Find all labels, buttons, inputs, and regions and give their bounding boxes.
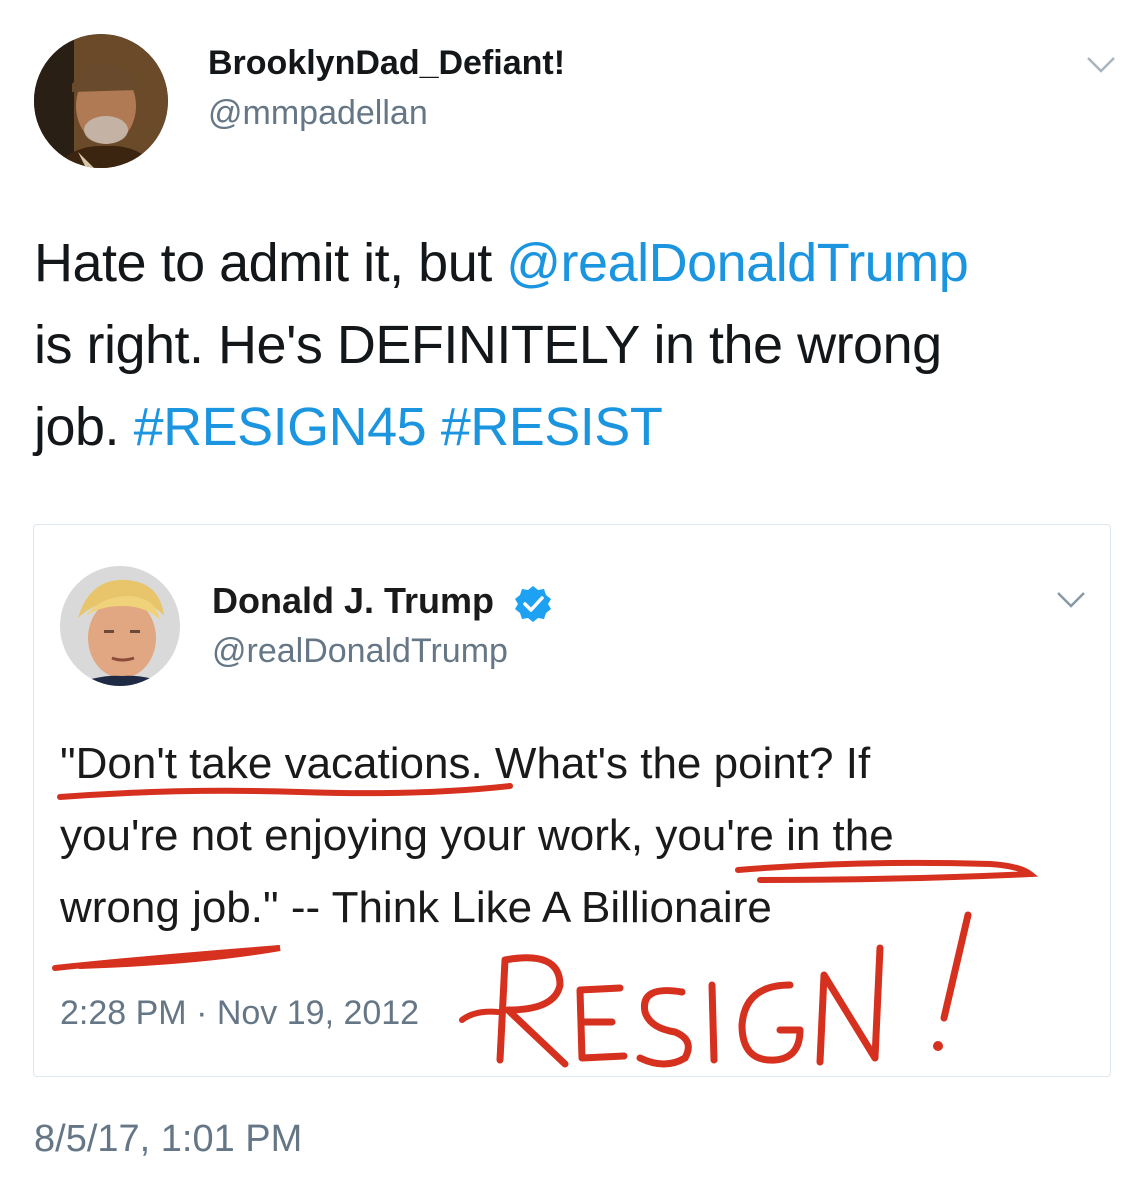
quoted-display-name[interactable]: Donald J. Trump bbox=[212, 580, 494, 622]
tweet-timestamp[interactable]: 8/5/17, 1:01 PM bbox=[34, 1118, 302, 1161]
quoted-line-3: wrong job." -- Think Like A Billionaire bbox=[60, 883, 772, 932]
author-handle[interactable]: @mmpadellan bbox=[208, 94, 428, 133]
verified-badge-icon bbox=[515, 586, 551, 622]
mention-link[interactable]: @realDonaldTrump bbox=[506, 233, 969, 293]
quoted-line-2: you're not enjoying your work, you're in… bbox=[60, 811, 894, 860]
tweet-text: Hate to admit it, but @realDonaldTrump i… bbox=[34, 222, 1124, 468]
chevron-down-icon[interactable] bbox=[1086, 56, 1116, 74]
hashtag-link[interactable]: #RESIGN45 bbox=[134, 397, 427, 457]
tweet-text-segment: Hate to admit it, but bbox=[34, 233, 507, 293]
hashtag-link[interactable]: #RESIST bbox=[441, 397, 663, 457]
quoted-handle[interactable]: @realDonaldTrump bbox=[212, 632, 508, 671]
tweet-text-segment: job. bbox=[34, 397, 134, 457]
quoted-timestamp[interactable]: 2:28 PM · Nov 19, 2012 bbox=[60, 994, 419, 1033]
tweet-line-1: Hate to admit it, but @realDonaldTrump bbox=[34, 222, 1124, 304]
chevron-down-icon[interactable] bbox=[1056, 591, 1086, 609]
author-avatar[interactable] bbox=[34, 34, 168, 168]
quoted-author-avatar[interactable] bbox=[60, 566, 180, 686]
author-display-name[interactable]: BrooklynDad_Defiant! bbox=[208, 44, 565, 83]
tweet-line-3: job. #RESIGN45 #RESIST bbox=[34, 386, 1124, 468]
quoted-line-1: "Don't take vacations. What's the point?… bbox=[60, 739, 871, 788]
tweet-line-2: is right. He's DEFINITELY in the wrong bbox=[34, 315, 942, 375]
